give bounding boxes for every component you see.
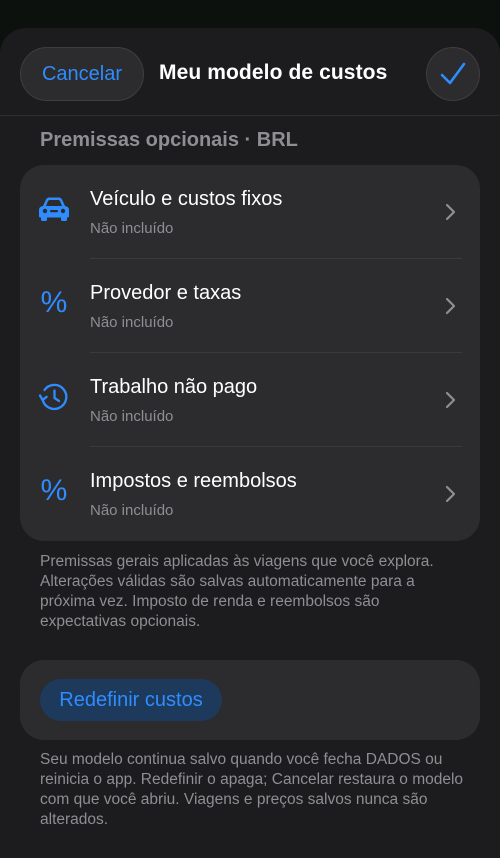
percent-icon: % [40,474,68,507]
reset-card: Redefinir custos [20,660,480,740]
chevron-right-icon [445,203,456,221]
row-title: Veículo e custos fixos [90,188,283,210]
header-divider [0,115,500,116]
percent-icon: % [40,286,68,319]
reset-footnote: Seu modelo continua salvo quando você fe… [40,751,464,828]
section-title: Premissas opcionais · BRL [40,129,298,151]
row-provider-fees[interactable]: % Provedor e taxas Não incluído [20,259,480,353]
checkmark-icon [440,62,466,85]
header: Cancelar Meu modelo de custos [0,28,500,116]
row-title: Impostos e reembolsos [90,470,297,492]
chevron-right-icon [445,485,456,503]
chevron-right-icon [445,297,456,315]
car-icon [36,191,72,227]
row-title: Trabalho não pago [90,376,258,398]
row-status: Não incluído [90,220,174,237]
chevron-right-icon [445,391,456,409]
assumptions-card: Veículo e custos fixos Não incluído % Pr… [20,165,480,541]
row-unpaid-work[interactable]: Trabalho não pago Não incluído [20,353,480,447]
page-title: Meu modelo de custos [159,61,388,84]
cost-model-sheet: Cancelar Meu modelo de custos Premissas … [0,28,500,858]
assumptions-footnote: Premissas gerais aplicadas às viagens qu… [40,553,434,630]
history-clock-icon [36,379,72,415]
confirm-button[interactable] [426,47,480,101]
row-status: Não incluído [90,502,174,519]
reset-costs-button[interactable]: Redefinir custos [40,679,222,721]
row-title: Provedor e taxas [90,282,242,304]
row-vehicle-fixed-costs[interactable]: Veículo e custos fixos Não incluído [20,165,480,259]
cancel-button[interactable]: Cancelar [20,47,144,101]
row-status: Não incluído [90,314,174,331]
row-status: Não incluído [90,408,174,425]
row-taxes-reimbursements[interactable]: % Impostos e reembolsos Não incluído [20,447,480,541]
